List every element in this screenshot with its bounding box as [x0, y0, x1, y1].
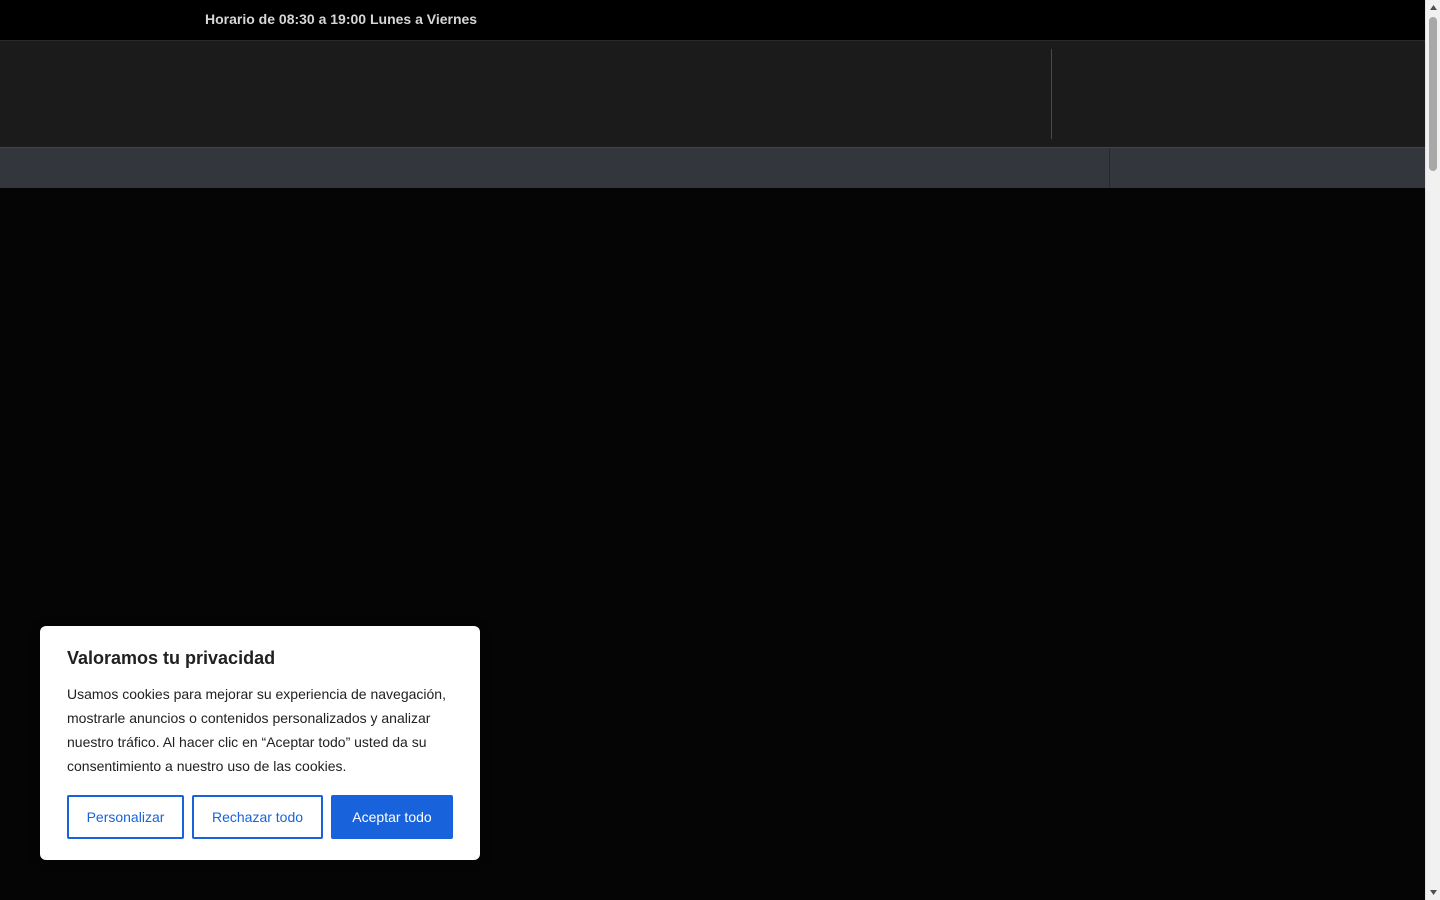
triangle-up-icon	[1430, 5, 1437, 10]
business-hours-text: Horario de 08:30 a 19:00 Lunes a Viernes	[205, 11, 478, 27]
page-scrollbar[interactable]	[1425, 0, 1440, 900]
scroll-up-button[interactable]	[1426, 0, 1440, 15]
header-divider	[1051, 49, 1052, 139]
top-info-bar: Horario de 08:30 a 19:00 Lunes a Viernes	[0, 0, 1425, 41]
cookie-title: Valoramos tu privacidad	[67, 648, 276, 668]
scroll-down-button[interactable]	[1426, 885, 1440, 900]
scroll-thumb[interactable]	[1429, 17, 1437, 171]
cookie-description: Usamos cookies para mejorar su experienc…	[67, 686, 446, 774]
main-navigation-bar	[0, 147, 1425, 189]
reject-all-button[interactable]: Rechazar todo	[192, 795, 323, 839]
page: Horario de 08:30 a 19:00 Lunes a Viernes…	[0, 0, 1440, 900]
nav-divider	[1109, 148, 1110, 189]
accept-all-button[interactable]: Aceptar todo	[331, 795, 453, 839]
cookie-consent-dialog: Valoramos tu privacidad Usamos cookies p…	[40, 626, 480, 860]
site-header	[0, 41, 1425, 147]
triangle-down-icon	[1430, 890, 1437, 895]
cookie-button-group: Personalizar Rechazar todo Aceptar todo	[67, 795, 453, 839]
customize-button[interactable]: Personalizar	[67, 795, 184, 839]
